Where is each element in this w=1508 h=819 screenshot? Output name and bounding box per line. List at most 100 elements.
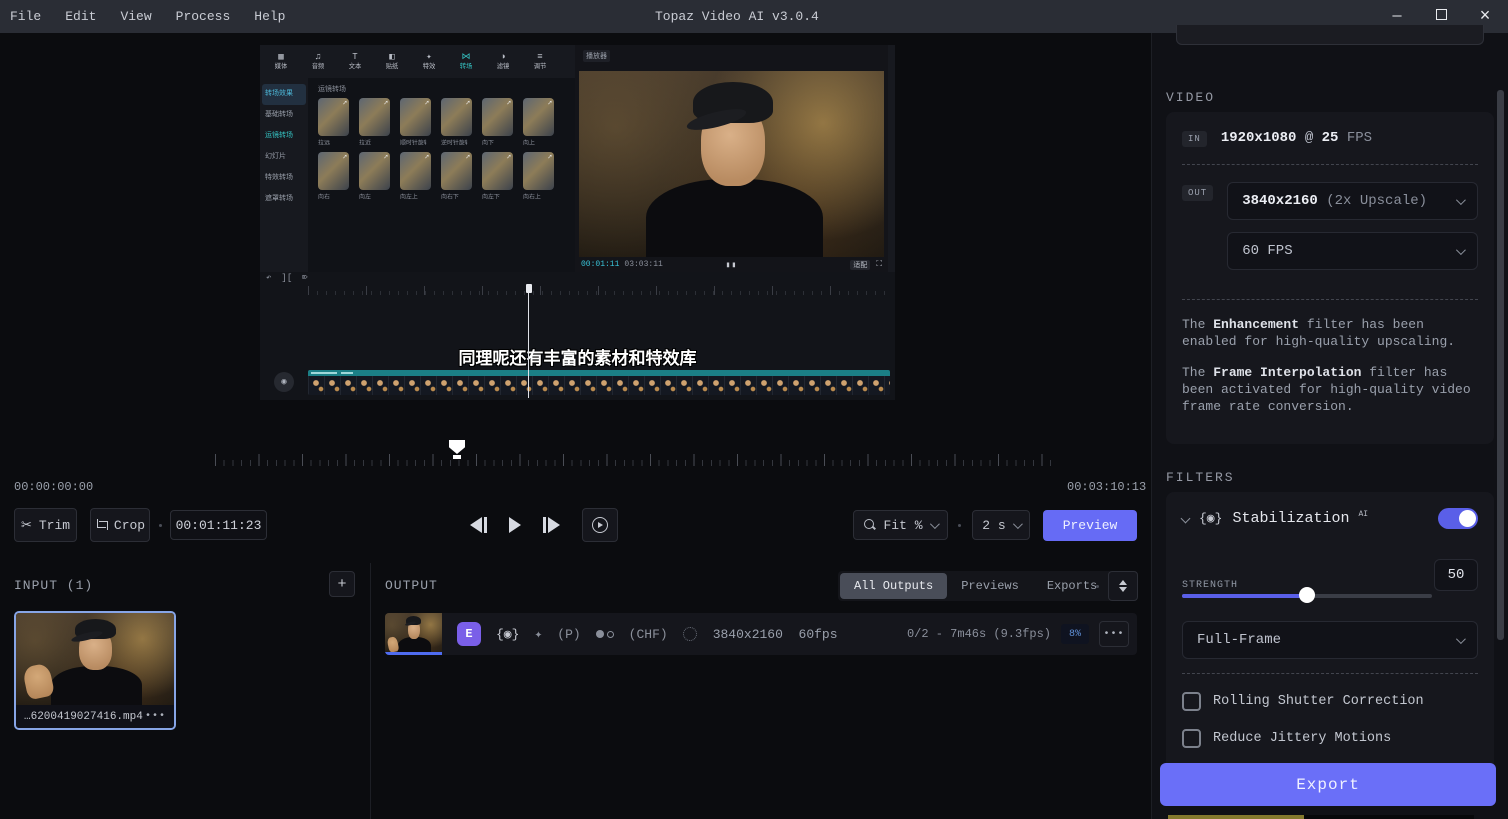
scissors-icon: ✂: [20, 517, 32, 533]
filters-section-label: FILTERS: [1166, 470, 1235, 485]
sort-button[interactable]: [1108, 571, 1138, 601]
preview-length-dropdown[interactable]: 2 s: [972, 510, 1030, 540]
editor-player-panel: 播放器 00:01:11 03:03:11 ▮▮ 适配 ⛶: [575, 45, 888, 272]
dashed-divider: [1182, 673, 1478, 674]
editor-transition-grid: 运镜转场 拉远 拉近 顺时针旋转 逆时针旋转 向下 向上 向右 向左 向左上 向…: [308, 78, 575, 272]
sort-down-icon: [1119, 587, 1127, 592]
loop-playback-button[interactable]: [582, 508, 618, 542]
sparkles-icon: ✦: [534, 626, 543, 642]
sidebar-scrollbar[interactable]: [1497, 90, 1504, 640]
video-subtitle: 同理呢还有丰富的素材和特效库: [458, 349, 697, 369]
enhancement-note: The Enhancement filter has been enabled …: [1182, 317, 1456, 349]
video-section-label: VIDEO: [1166, 90, 1216, 105]
transport-toolbar: ✂ Trim Crop 00:01:11:23 Fit % 2 s Previe…: [0, 508, 1152, 544]
editor-tool-text: T 文本: [348, 52, 362, 71]
reduce-jitter-row: Reduce Jittery Motions: [1182, 729, 1478, 748]
timeline-ruler[interactable]: [215, 440, 1052, 466]
add-input-button[interactable]: +: [329, 571, 355, 597]
window-title: Topaz Video AI v3.0.4: [655, 9, 819, 24]
transition-thumb: 向右上: [523, 152, 554, 202]
collapse-chevron-icon[interactable]: [1180, 513, 1191, 524]
menu-file[interactable]: File: [10, 9, 41, 24]
slider-knob[interactable]: [1299, 587, 1315, 603]
editor-tool-effects: ✦ 特效: [422, 52, 436, 71]
output-progress-text: 0/2 - 7m46s (9.3fps): [906, 627, 1051, 641]
separator-dot: [159, 524, 162, 527]
minimize-icon[interactable]: —: [1388, 8, 1406, 25]
chevron-down-icon: [1455, 244, 1466, 255]
stabilization-toggle[interactable]: [1438, 508, 1478, 529]
transition-thumb: 向左上: [400, 152, 431, 202]
editor-category: 基础转场: [265, 111, 293, 119]
menu-edit[interactable]: Edit: [65, 9, 96, 24]
menu-help[interactable]: Help: [254, 9, 285, 24]
video-settings-card: IN 1920x1080 @ 25 FPS OUT 3840x2160 (2x …: [1166, 112, 1494, 444]
chevron-down-icon: [929, 518, 940, 529]
output-row[interactable]: E {◉} ✦ (P) (CHF) 3840x2160 60fps 0/2 - …: [385, 613, 1137, 655]
player-pause-icon: ▮▮: [725, 260, 738, 270]
editor-timeline-ruler: [308, 286, 888, 295]
strength-value-input[interactable]: 50: [1434, 559, 1478, 591]
input-thumbnail: [16, 613, 174, 705]
output-more-button[interactable]: •••: [1099, 621, 1129, 647]
step-forward-button[interactable]: [543, 517, 560, 533]
rolling-shutter-checkbox[interactable]: [1182, 692, 1201, 711]
tab-all-outputs[interactable]: All Outputs: [840, 573, 948, 599]
stabilization-filter-card: {◉} Stabilization AI STRENGTH 50 Full-Fr…: [1166, 492, 1494, 792]
current-timecode-input[interactable]: 00:01:11:23: [170, 510, 267, 540]
timeline-start-timecode: 00:00:00:00: [14, 480, 94, 494]
magnifier-icon: [864, 519, 876, 531]
dashed-divider: [1182, 299, 1478, 300]
maximize-icon[interactable]: [1432, 8, 1450, 25]
strength-slider[interactable]: [1182, 587, 1432, 603]
separator-dot: [958, 524, 961, 527]
tab-previews[interactable]: Previews: [947, 573, 1033, 599]
output-thumbnail: [385, 613, 442, 655]
zoom-fit-dropdown[interactable]: Fit %: [853, 510, 948, 540]
p-flag: (P): [557, 626, 581, 642]
output-panel-label: OUTPUT: [385, 578, 438, 593]
transition-thumb: 顺时针旋转: [400, 98, 431, 148]
tab-exports[interactable]: Exports: [1033, 573, 1111, 599]
close-icon[interactable]: ×: [1476, 7, 1494, 27]
editor-timeline: ↶ ][ ⌦ 同理呢还有丰富的素材和特效库 ◉: [260, 272, 895, 400]
player-fullscreen-icon: ⛶: [876, 260, 882, 269]
player-fit-button: 适配: [850, 259, 871, 270]
stabilization-icon: {◉}: [1199, 511, 1223, 526]
step-back-button[interactable]: [470, 517, 487, 533]
reduce-jitter-checkbox[interactable]: [1182, 729, 1201, 748]
video-preview[interactable]: ▦ 媒体 ♫ 音频 T 文本 ◧ 贴纸 ✦ 特效 ⋈ 转场 ◑ 滤镜 ≡ 调节 转场效果 基础转…: [260, 45, 895, 400]
reduce-jitter-label: Reduce Jittery Motions: [1213, 731, 1392, 746]
background-window-sliver: [1168, 815, 1304, 819]
output-fps-dropdown[interactable]: 60 FPS: [1227, 232, 1478, 270]
scrolled-control-partial: [1176, 25, 1484, 45]
input-video-specs: 1920x1080 @ 25 FPS: [1220, 130, 1373, 146]
preview-button[interactable]: Preview: [1043, 510, 1137, 541]
video-track: [308, 370, 890, 395]
input-more-button[interactable]: •••: [145, 711, 166, 722]
trim-button[interactable]: ✂ Trim: [14, 508, 77, 542]
progress-percent-badge: 8%: [1061, 624, 1089, 644]
chf-flag: (CHF): [628, 626, 668, 642]
editor-tool-sticker: ◧ 贴纸: [385, 52, 399, 71]
editor-category: 运镜转场: [265, 132, 293, 140]
editor-category: 遮罩转场: [265, 195, 293, 203]
player-controls: 00:01:11 03:03:11 ▮▮ 适配 ⛶: [575, 257, 888, 272]
export-button[interactable]: Export: [1160, 763, 1496, 806]
dashed-divider: [1182, 164, 1478, 165]
input-video-card[interactable]: …6200419027416.mp4 •••: [14, 611, 176, 730]
output-resolution-dropdown[interactable]: 3840x2160 (2x Upscale): [1227, 182, 1478, 220]
menu-view[interactable]: View: [120, 9, 151, 24]
editor-toolbar: ▦ 媒体 ♫ 音频 T 文本 ◧ 贴纸 ✦ 特效 ⋈ 转场 ◑ 滤镜 ≡ 调节: [260, 45, 575, 78]
filter-name: Stabilization AI: [1232, 510, 1369, 527]
menu-process[interactable]: Process: [176, 9, 231, 24]
play-button[interactable]: [509, 517, 521, 533]
output-tabs: All Outputs Previews Exports: [838, 571, 1114, 601]
input-filename: …6200419027416.mp4: [24, 710, 143, 723]
separator-dot: [1096, 585, 1099, 588]
out-badge: OUT: [1182, 185, 1214, 201]
editor-category: 幻灯片: [265, 153, 286, 161]
crop-button[interactable]: Crop: [90, 508, 150, 542]
chevron-down-icon: [1455, 633, 1466, 644]
stabilization-mode-dropdown[interactable]: Full-Frame: [1182, 621, 1478, 659]
